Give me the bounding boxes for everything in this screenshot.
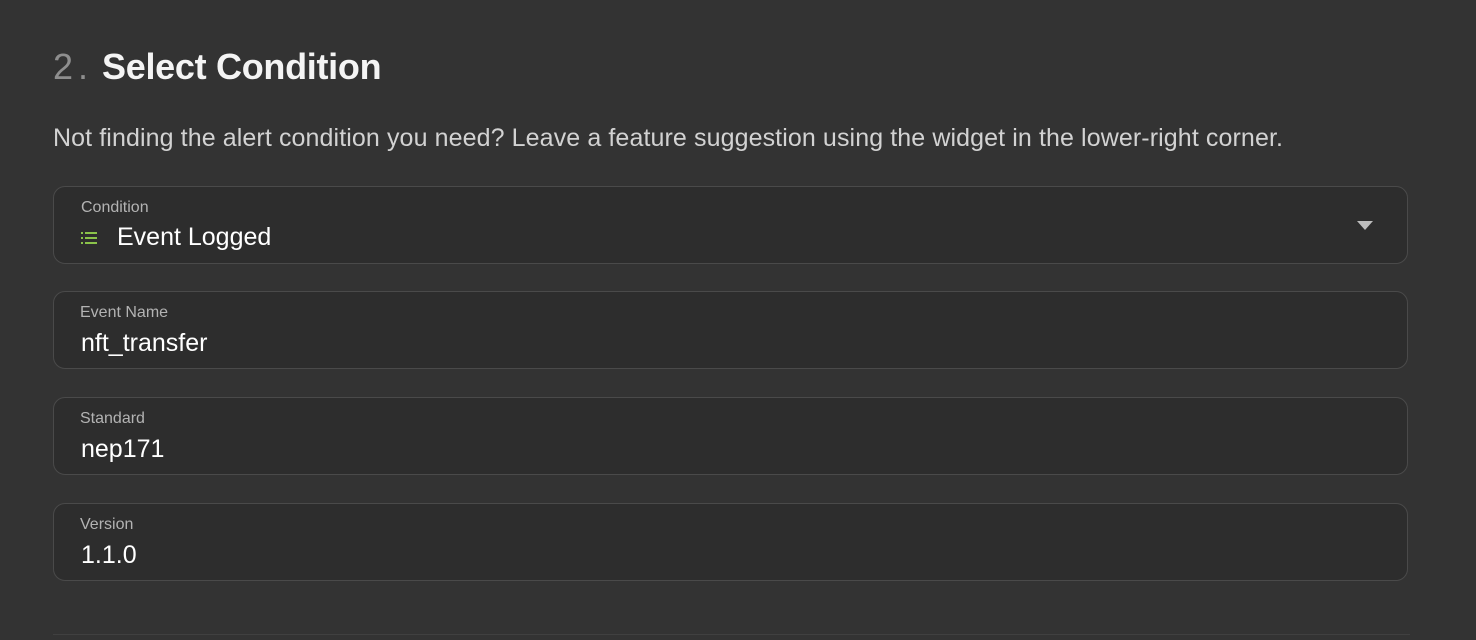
version-field[interactable]: Version 1.1.0	[53, 503, 1408, 581]
hint-text: Not finding the alert condition you need…	[53, 124, 1284, 152]
event-name-label: Event Name	[80, 304, 169, 321]
step-separator: .	[78, 46, 89, 87]
bottom-divider	[53, 634, 1410, 635]
event-name-field[interactable]: Event Name nft_transfer	[53, 291, 1408, 369]
standard-label: Standard	[80, 410, 145, 427]
list-icon	[81, 231, 97, 244]
section-title: Select Condition	[102, 46, 382, 87]
section-heading: 2 . Select Condition	[53, 46, 382, 88]
version-value[interactable]: 1.1.0	[81, 541, 137, 570]
condition-value: Event Logged	[117, 223, 272, 251]
standard-value[interactable]: nep171	[81, 435, 164, 464]
condition-select[interactable]: Condition Event Logged	[53, 186, 1408, 264]
step-number: 2	[53, 46, 75, 87]
chevron-down-icon[interactable]	[1357, 221, 1373, 230]
event-name-value[interactable]: nft_transfer	[81, 329, 207, 358]
condition-label: Condition	[81, 199, 149, 216]
version-label: Version	[80, 516, 134, 533]
standard-field[interactable]: Standard nep171	[53, 397, 1408, 475]
condition-selected-value: Event Logged	[81, 223, 271, 252]
